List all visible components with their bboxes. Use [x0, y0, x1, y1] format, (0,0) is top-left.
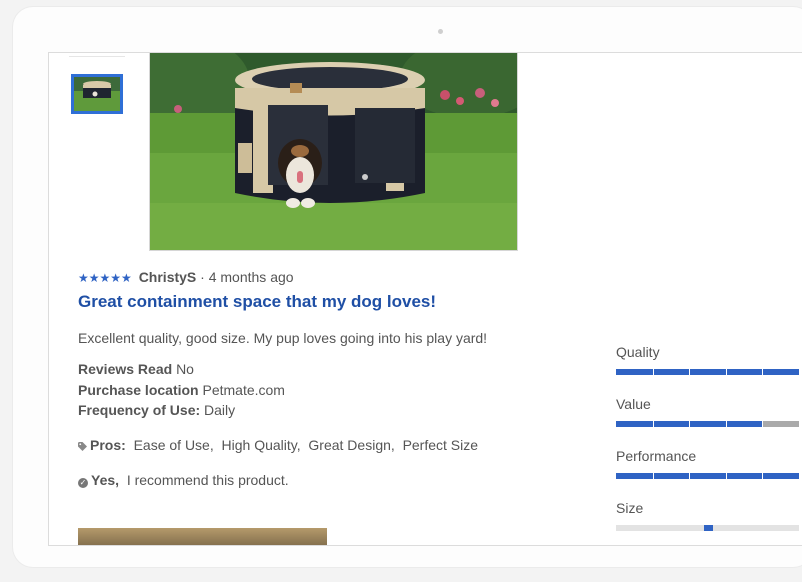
- bar-segment-divider: [762, 369, 763, 375]
- rating-label: Size: [616, 500, 644, 516]
- bar-segment-divider: [653, 369, 654, 375]
- rating-performance: Performance: [616, 447, 802, 479]
- bar-segment-divider: [762, 473, 763, 479]
- detail-label: Frequency of Use:: [78, 402, 201, 418]
- thumbnail-strip-edge: [69, 53, 125, 57]
- bar-segment-divider: [726, 421, 727, 427]
- pro-item: Perfect Size: [402, 436, 479, 453]
- review-body: Excellent quality, good size. My pup lov…: [78, 330, 488, 346]
- review-panel: ★★★★★ ChristyS · 4 months ago Great cont…: [48, 52, 802, 546]
- bar-segment-divider: [726, 473, 727, 479]
- rating-label: Value: [616, 396, 651, 412]
- detail-label: Purchase location: [78, 381, 199, 398]
- pro-item: Great Design,: [308, 436, 395, 453]
- rating-value: Value: [616, 395, 802, 427]
- second-review-photo[interactable]: [78, 528, 327, 545]
- camera-dot: [438, 29, 443, 34]
- pros-label: Pros:: [90, 436, 126, 453]
- review-details: Reviews Read No Purchase location Petmat…: [78, 359, 598, 421]
- detail-frequency: Frequency of Use: Daily: [78, 400, 598, 421]
- rating-fill: [616, 473, 799, 479]
- pro-item: Ease of Use,: [133, 436, 214, 453]
- review-author[interactable]: ChristyS: [139, 269, 197, 285]
- rating-bar: [616, 421, 799, 427]
- detail-purchase-location: Purchase location Petmate.com: [78, 380, 598, 401]
- bar-segment-divider: [689, 473, 690, 479]
- pro-item: High Quality,: [221, 436, 301, 453]
- review-pros: Pros: Ease of Use, High Quality, Great D…: [78, 436, 598, 454]
- meta-separator: ·: [196, 269, 209, 285]
- detail-reviews-read: Reviews Read No: [78, 359, 598, 380]
- photo-thumbnail[interactable]: [71, 74, 123, 114]
- recommendation: ✓ Yes, I recommend this product.: [78, 471, 598, 489]
- detail-value: No: [176, 361, 194, 377]
- rating-size: Size: [616, 499, 802, 531]
- bar-segment-divider: [726, 369, 727, 375]
- review-photo[interactable]: [149, 53, 518, 251]
- recommend-answer: Yes,: [91, 471, 120, 488]
- rating-quality: Quality: [616, 343, 802, 375]
- review-headline: Great containment space that my dog love…: [78, 292, 437, 311]
- detail-label: Reviews Read: [78, 361, 173, 377]
- bar-segment-divider: [762, 421, 763, 427]
- rating-bar: [616, 369, 799, 375]
- rating-label: Performance: [616, 448, 697, 464]
- playpen-photo: [150, 53, 517, 250]
- thumbnail-image: [74, 77, 120, 111]
- star-rating: ★★★★★: [78, 271, 132, 285]
- size-scale-bar: [616, 525, 799, 531]
- recommend-text: I recommend this product.: [126, 471, 289, 488]
- rating-bar: [616, 473, 799, 479]
- rating-fill: [616, 369, 799, 375]
- rating-label: Quality: [616, 344, 660, 360]
- size-marker: [704, 525, 713, 531]
- rating-breakdown: Quality Value Performance Size: [616, 343, 802, 545]
- bar-segment-divider: [689, 369, 690, 375]
- tag-icon: [78, 437, 87, 451]
- detail-value: Daily: [204, 402, 236, 418]
- review-time: 4 months ago: [208, 269, 294, 285]
- bar-segment-divider: [653, 421, 654, 427]
- review-meta: ★★★★★ ChristyS · 4 months ago: [78, 267, 598, 287]
- detail-value: Petmate.com: [202, 381, 285, 398]
- review-content: ★★★★★ ChristyS · 4 months ago Great cont…: [78, 267, 598, 489]
- check-circle-icon: ✓: [78, 477, 88, 488]
- bar-segment-divider: [653, 473, 654, 479]
- bar-segment-divider: [689, 421, 690, 427]
